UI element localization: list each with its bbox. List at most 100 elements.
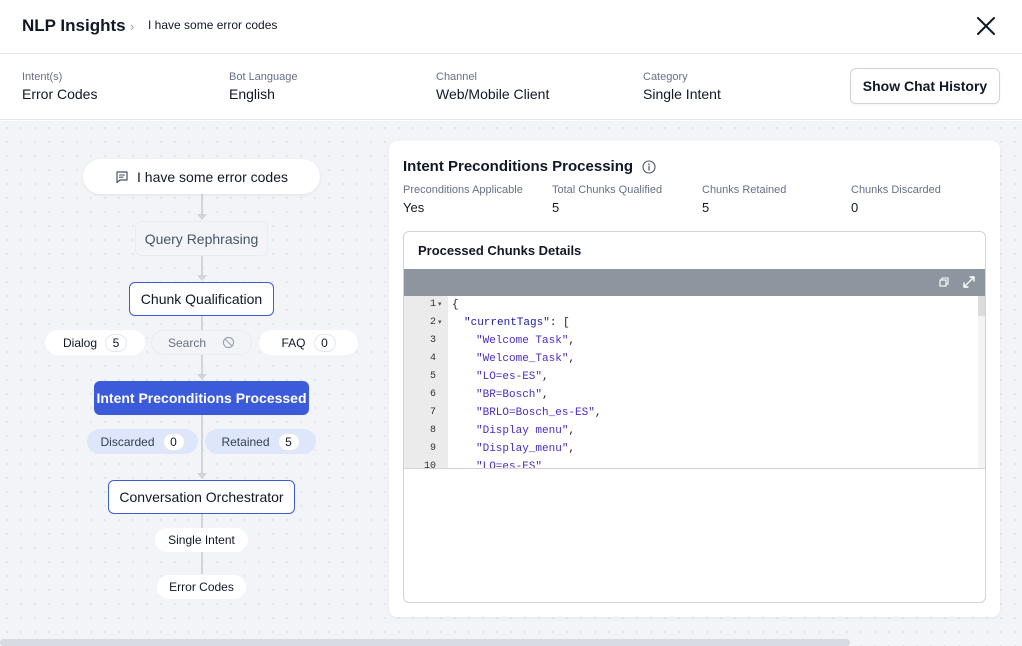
category-field: Category Single Intent	[643, 71, 721, 102]
stat-retained: Chunks Retained 5	[702, 184, 786, 215]
channel-label: Channel	[436, 71, 477, 83]
code-line: "Welcome Task",	[476, 332, 575, 350]
stat-retained-value: 5	[702, 200, 710, 215]
json-string: "LO=es-ES"	[476, 461, 543, 469]
chunk-qualification-node[interactable]: Chunk Qualification	[129, 282, 274, 316]
intent-field: Intent(s) Error Codes	[22, 71, 97, 102]
dialog-pill: Dialog 5	[45, 330, 145, 355]
connector-arrow	[197, 473, 207, 479]
json-string: "BR=Bosch"	[476, 389, 543, 401]
line-number-gutter: 1 ▾ 2 ▾ 3 4 5 6 7 8 9 10	[404, 296, 448, 468]
user-query-node[interactable]: I have some error codes	[83, 159, 320, 194]
stat-qualified-value: 5	[552, 200, 560, 215]
stat-discarded: Chunks Discarded 0	[851, 184, 941, 215]
horizontal-scrollbar[interactable]	[0, 639, 850, 646]
stat-discarded-value: 0	[851, 200, 859, 215]
single-intent-label: Single Intent	[168, 533, 235, 547]
stat-qualified: Total Chunks Qualified 5	[552, 184, 662, 215]
dialog-label: Dialog	[62, 335, 98, 350]
search-pill: Search	[151, 330, 252, 355]
json-punctuation: {	[452, 299, 459, 311]
line-number: 7	[429, 407, 436, 418]
stat-applicable-value: Yes	[403, 200, 425, 215]
line-number: 2	[429, 317, 436, 328]
connector-arrow	[197, 214, 207, 220]
json-editor[interactable]: 1 ▾ 2 ▾ 3 4 5 6 7 8 9 10 {"currentTags": ["Welcome …	[404, 269, 985, 469]
close-icon[interactable]	[974, 14, 998, 38]
restore-window-icon[interactable]	[937, 275, 951, 289]
json-punctuation: ,	[568, 443, 576, 455]
line-number: 8	[429, 425, 436, 436]
panel-title-text: Intent Preconditions Processing	[403, 158, 634, 175]
editor-scrollbar[interactable]	[978, 296, 985, 468]
faq-pill: FAQ 0	[259, 330, 358, 355]
info-icon[interactable]	[642, 159, 656, 174]
discarded-label: Discarded	[100, 434, 155, 449]
json-punctuation: ,	[542, 389, 549, 401]
retained-label: Retained	[221, 434, 270, 449]
expand-icon[interactable]	[962, 275, 976, 289]
stat-applicable: Preconditions Applicable Yes	[403, 184, 523, 215]
json-punctuation: ,	[568, 425, 576, 437]
json-punctuation: ,	[568, 335, 576, 347]
processed-chunks-title: Processed Chunks Details	[418, 243, 582, 258]
search-label: Search	[167, 335, 207, 350]
code-line: "BR=Bosch",	[476, 386, 549, 404]
intent-preconditions-node[interactable]: Intent Preconditions Processed	[94, 381, 309, 415]
query-rephrasing-node[interactable]: Query Rephrasing	[135, 221, 268, 256]
code-line: "currentTags": [	[464, 314, 570, 332]
line-number: 6	[429, 389, 436, 400]
retained-pill: Retained 5	[205, 429, 316, 454]
single-intent-pill: Single Intent	[155, 528, 248, 552]
json-string: "Welcome_Task"	[476, 353, 569, 365]
json-key: "currentTags"	[464, 317, 550, 329]
json-string: "Welcome Task"	[476, 335, 569, 347]
discarded-count: 0	[162, 432, 185, 451]
conversation-orchestrator-label: Conversation Orchestrator	[119, 489, 284, 505]
breadcrumb: I have some error codes	[148, 18, 278, 32]
connector	[201, 256, 203, 276]
code-line: "LO=es-ES"	[476, 458, 543, 469]
line-number: 1	[429, 299, 436, 310]
code-line: "Display_menu",	[476, 440, 575, 458]
editor-scrollbar-thumb[interactable]	[978, 296, 985, 316]
panel-title: Intent Preconditions Processing	[403, 158, 656, 175]
code-line: {	[452, 296, 459, 314]
code-line: "Display menu",	[476, 422, 575, 440]
intent-preconditions-label: Intent Preconditions Processed	[96, 390, 307, 406]
json-string: "Display_menu"	[476, 443, 569, 455]
show-chat-history-button[interactable]: Show Chat History	[850, 68, 1000, 104]
meta-bar: Intent(s) Error Codes Bot Language Engli…	[0, 54, 1022, 120]
intent-value: Error Codes	[22, 86, 98, 102]
retained-count: 5	[277, 432, 300, 451]
connector	[201, 415, 203, 474]
query-rephrasing-label: Query Rephrasing	[144, 230, 259, 247]
json-punctuation: ,	[542, 371, 549, 383]
code-area[interactable]: {"currentTags": ["Welcome Task", "Welcome…	[448, 296, 978, 469]
faq-count: 0	[313, 333, 336, 352]
line-number: 9	[429, 443, 436, 454]
user-query-text: I have some error codes	[137, 168, 288, 185]
ban-icon	[222, 336, 235, 349]
details-panel: Intent Preconditions Processing Precondi…	[389, 141, 1000, 617]
stat-discarded-label: Chunks Discarded	[851, 184, 941, 196]
conversation-orchestrator-node[interactable]: Conversation Orchestrator	[108, 480, 295, 514]
json-string: "BRLO=Bosch_es-ES"	[476, 407, 595, 419]
processed-chunks-card: Processed Chunks Details 1 ▾ 2 ▾ 3 4 5 6 7 8 9 10 {…	[403, 231, 986, 603]
stat-retained-label: Chunks Retained	[702, 184, 787, 196]
code-line: "LO=es-ES",	[476, 368, 549, 386]
connector-arrow	[197, 374, 207, 380]
discarded-pill: Discarded 0	[87, 429, 198, 454]
fold-toggle-icon[interactable]: ▾	[438, 296, 442, 314]
stat-applicable-label: Preconditions Applicable	[403, 184, 523, 196]
json-punctuation: : [	[549, 317, 570, 329]
code-line: "Welcome_Task",	[476, 350, 575, 368]
category-value: Single Intent	[643, 86, 721, 102]
fold-toggle-icon[interactable]: ▾	[438, 314, 442, 332]
language-value: English	[229, 86, 275, 102]
json-string: "LO=es-ES"	[476, 371, 543, 383]
connector	[201, 194, 203, 215]
result-intent-pill: Error Codes	[157, 575, 246, 599]
header: NLP Insights › I have some error codes	[0, 0, 1022, 54]
connector-arrow	[197, 275, 207, 281]
